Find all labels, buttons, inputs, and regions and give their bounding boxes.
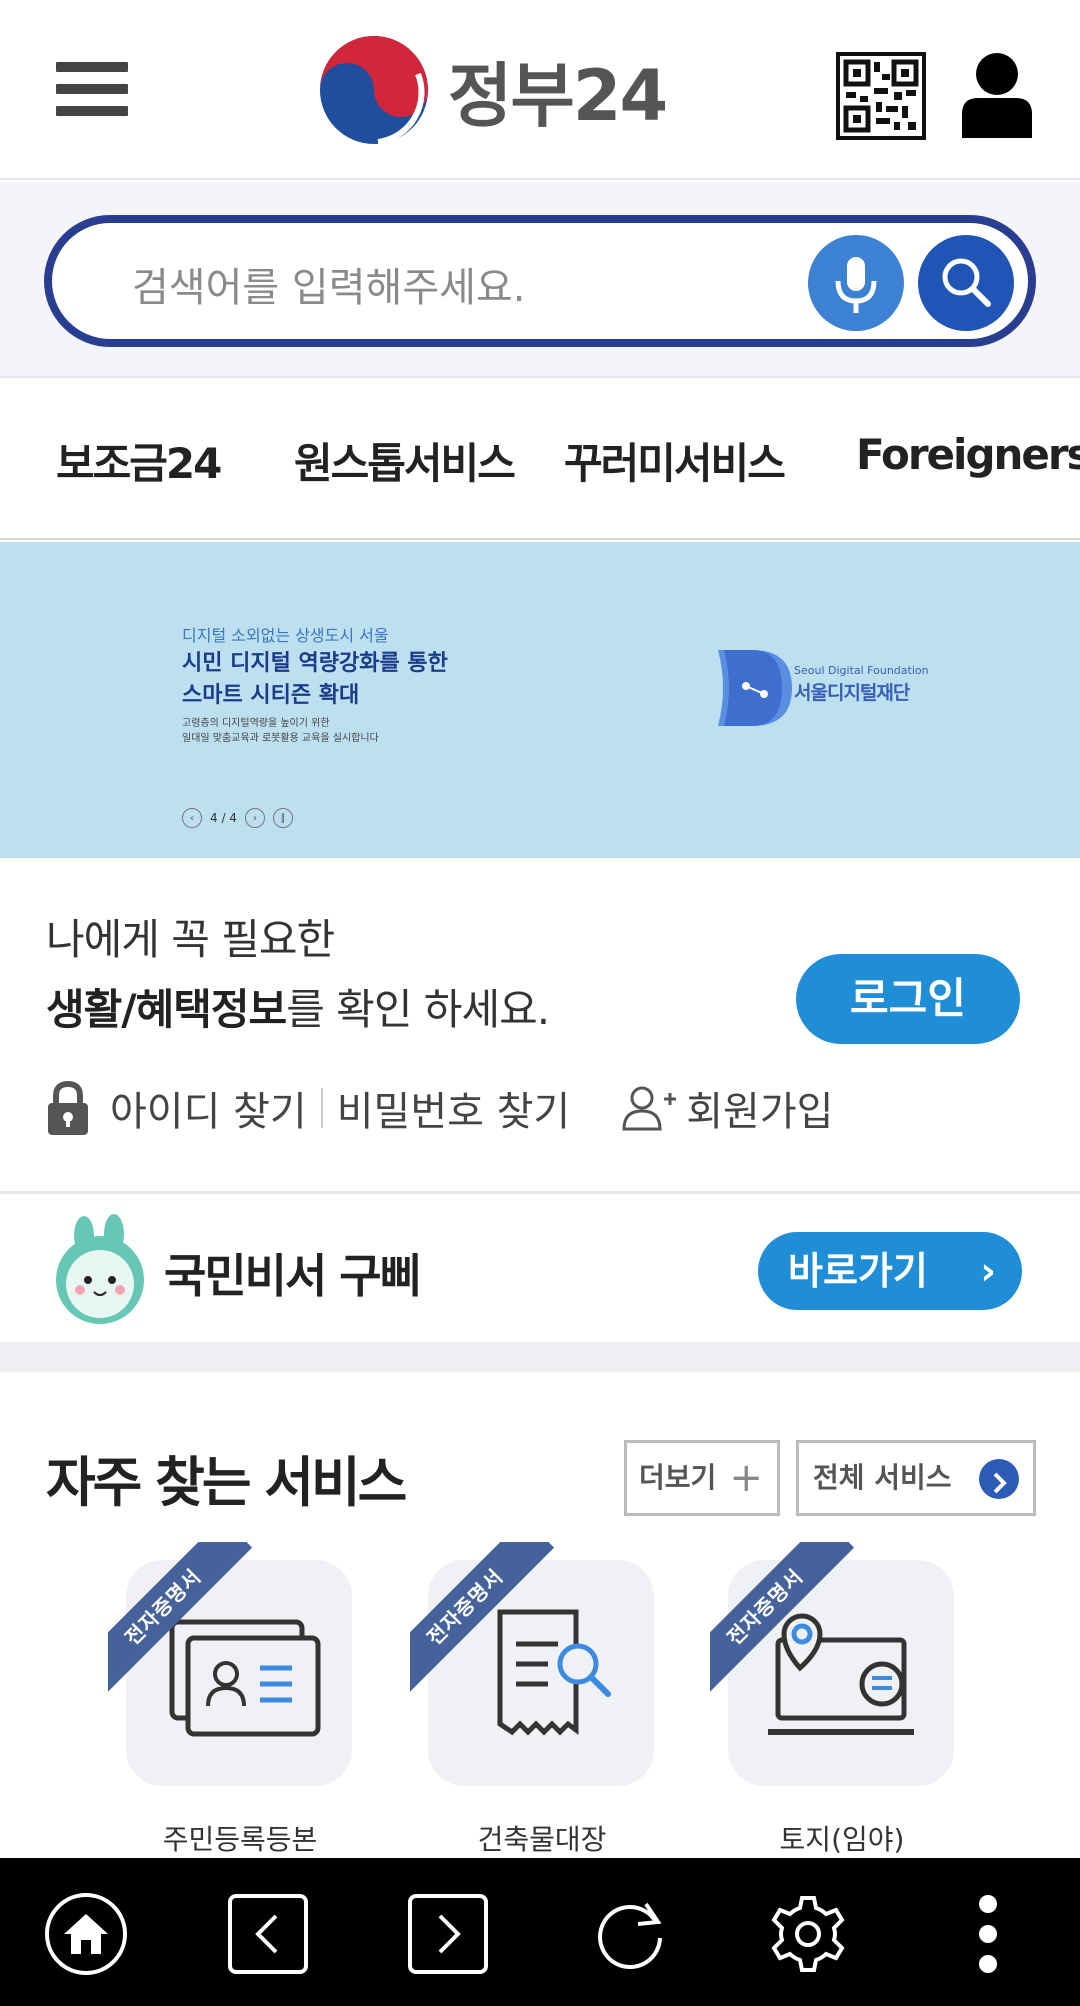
service-card-building-register[interactable]: 전자증명서 (410, 1542, 654, 1786)
banner-subtitle: 디지털 소외없는 상생도시 서울 (182, 626, 389, 645)
login-prompt-line1: 나에게 꼭 필요한 (46, 915, 335, 964)
home-icon[interactable] (44, 1892, 128, 1976)
banner-org-english: Seoul Digital Foundation (794, 664, 929, 677)
nav-onestop-service[interactable]: 원스톱서비스 (294, 430, 516, 491)
banner-next-icon[interactable]: › (244, 808, 265, 828)
chatbot-title: 국민비서 구삐 (164, 1249, 422, 1303)
service-label-land-register[interactable]: 토지(임야) (712, 1818, 972, 1858)
signup-link[interactable]: 회원가입 (686, 1079, 833, 1137)
banner-desc-line1: 고령층의 디지털역량을 높이기 위한 (182, 718, 330, 729)
app-header: 정부24 (0, 0, 1080, 180)
add-user-icon (622, 1086, 677, 1131)
banner-description: 고령층의 디지털역량을 높이기 위한 일대일 맞춤교육과 로봇활용 교육을 실시… (182, 716, 379, 746)
settings-icon[interactable] (766, 1892, 850, 1976)
refresh-icon[interactable] (588, 1892, 672, 1976)
section-divider (0, 1344, 1080, 1372)
shortcut-button[interactable]: 바로가기 › (758, 1232, 1022, 1310)
service-card-land-register[interactable]: 전자증명서 (710, 1542, 954, 1786)
banner-desc-line2: 일대일 맞춤교육과 로봇활용 교육을 실시합니다 (182, 733, 379, 744)
login-prompt-rest: 를 확인 하세요. (286, 985, 550, 1034)
browser-bottom-bar (0, 1858, 1080, 2006)
service-label-building-register[interactable]: 건축물대장 (412, 1818, 672, 1858)
plus-icon: + (729, 1455, 763, 1501)
promo-banner[interactable]: 디지털 소외없는 상생도시 서울 시민 디지털 역량강화를 통한 스마트 시티즌… (0, 542, 1080, 858)
search-icon[interactable] (918, 235, 1014, 331)
search-placeholder: 검색어를 입력해주세요. (132, 265, 526, 311)
forward-icon[interactable] (406, 1892, 490, 1976)
nav-subsidy24[interactable]: 보조금24 (56, 430, 222, 491)
lock-icon (48, 1081, 88, 1135)
hamburger-menu-icon[interactable] (56, 62, 128, 116)
chatbot-section: 국민비서 구삐 바로가기 › (0, 1196, 1080, 1344)
more-button-label: 더보기 (639, 1461, 717, 1494)
banner-title: 시민 디지털 역량강화를 통한 스마트 시티즌 확대 (182, 648, 602, 712)
banner-title-line1: 시민 디지털 역량강화를 통한 (182, 651, 448, 676)
banner-pager: ‹ 4 / 4 › ∥ (182, 808, 293, 828)
taegeuk-logo-icon (320, 36, 428, 145)
banner-prev-icon[interactable]: ‹ (182, 808, 202, 828)
link-divider (320, 1088, 323, 1128)
frequent-services-section: 자주 찾는 서비스 더보기 + 전체 서비스 전자증명서 주민등록등본 전자증명… (0, 1372, 1080, 1858)
banner-title-line2: 스마트 시티즌 확대 (182, 683, 360, 708)
login-prompt-bold: 생활/혜택정보 (46, 985, 287, 1034)
search-input[interactable]: 검색어를 입력해주세요. (44, 215, 1036, 347)
rabbit-mascot-icon (56, 1214, 144, 1324)
login-section: 나에게 꼭 필요한 생활/혜택정보를 확인 하세요. 로그인 아이디 찾기 비밀… (0, 858, 1080, 1194)
nav-bundle-service[interactable]: 꾸러미서비스 (564, 430, 786, 491)
service-label-resident-registration[interactable]: 주민등록등본 (110, 1818, 370, 1858)
banner-pause-icon[interactable]: ∥ (272, 808, 293, 828)
user-icon[interactable] (960, 52, 1034, 138)
more-vertical-icon[interactable] (946, 1892, 1030, 1976)
services-title: 자주 찾는 서비스 (46, 1451, 407, 1514)
all-services-button[interactable]: 전체 서비스 (796, 1440, 1036, 1516)
e-certificate-ribbon: 전자증명서 (410, 1542, 570, 1702)
microphone-icon[interactable] (808, 235, 904, 331)
quick-nav: 보조금24 원스톱서비스 꾸러미서비스 Foreigners (0, 380, 1080, 540)
find-id-link[interactable]: 아이디 찾기 (110, 1079, 307, 1137)
login-button[interactable]: 로그인 (796, 954, 1020, 1044)
logo-text: 정부24 (448, 54, 668, 137)
arrow-right-circle-icon (979, 1459, 1019, 1499)
qr-code-icon[interactable] (836, 52, 926, 140)
account-links: 아이디 찾기 비밀번호 찾기 회원가입 (46, 1078, 833, 1138)
search-section: 검색어를 입력해주세요. (0, 182, 1080, 378)
e-certificate-ribbon: 전자증명서 (108, 1542, 268, 1702)
chevron-right-icon: › (980, 1249, 996, 1293)
banner-page-counter: 4 / 4 (210, 811, 237, 825)
login-prompt-line2: 생활/혜택정보를 확인 하세요. (46, 976, 550, 1037)
nav-foreigners[interactable]: Foreigners (856, 430, 1080, 479)
back-icon[interactable] (226, 1892, 310, 1976)
service-card-resident-registration[interactable]: 전자증명서 (108, 1542, 352, 1786)
more-button[interactable]: 더보기 + (624, 1440, 780, 1516)
e-certificate-ribbon: 전자증명서 (710, 1542, 870, 1702)
seoul-digital-foundation-logo-icon (718, 650, 792, 726)
banner-org-korean: 서울디지털재단 (794, 682, 910, 704)
all-services-label: 전체 서비스 (813, 1461, 952, 1494)
shortcut-button-label: 바로가기 (788, 1249, 928, 1293)
find-password-link[interactable]: 비밀번호 찾기 (337, 1079, 571, 1137)
gov24-logo[interactable]: 정부24 (318, 34, 668, 146)
